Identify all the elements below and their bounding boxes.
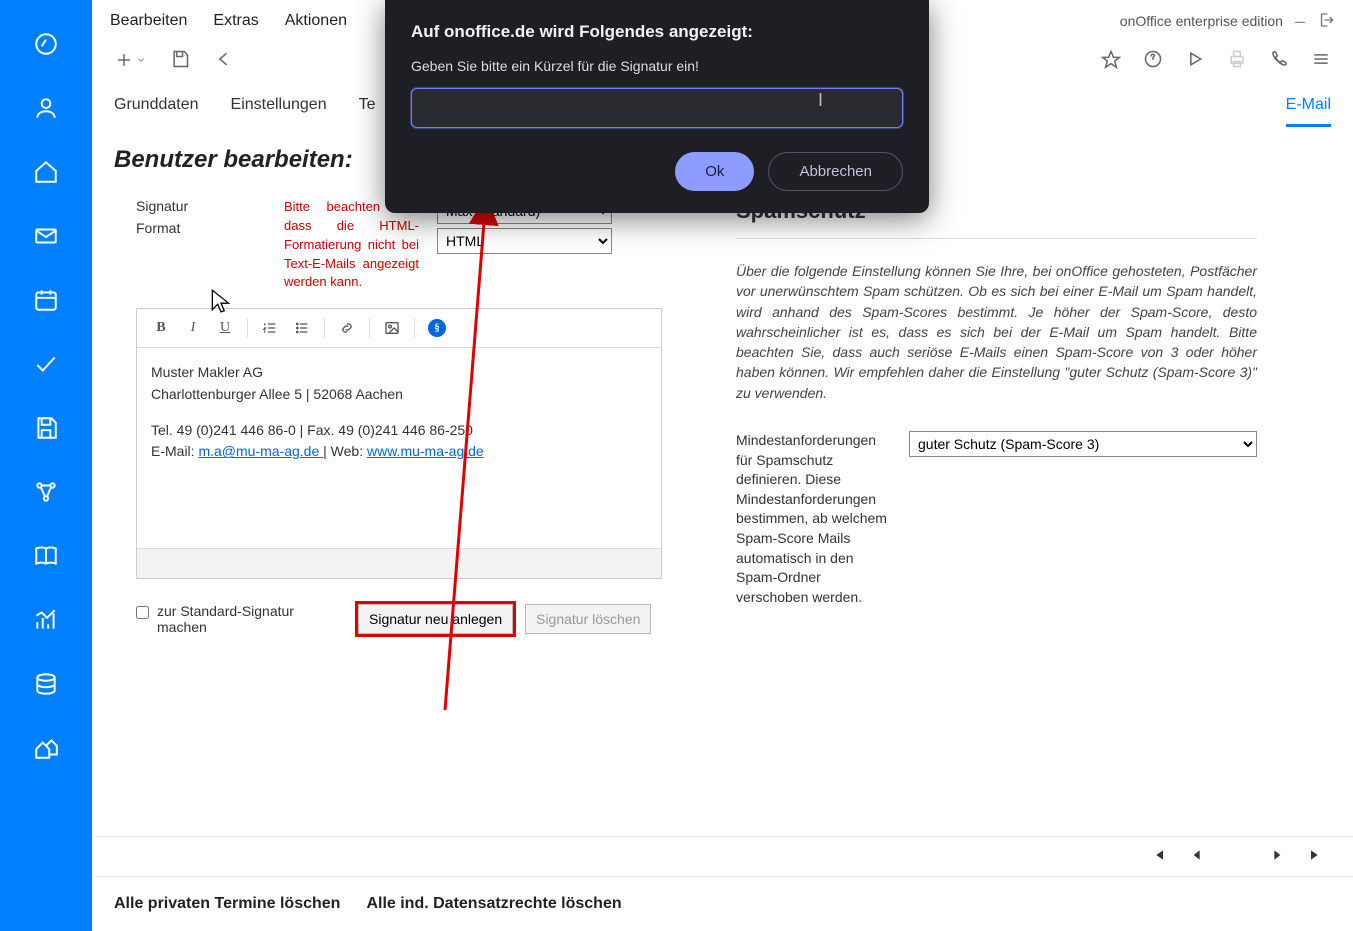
last-page-icon[interactable] [1307, 847, 1323, 866]
minimize-icon[interactable]: – [1295, 11, 1305, 32]
tab-einstellungen[interactable]: Einstellungen [231, 96, 327, 127]
prompt-dialog: Auf onoffice.de wird Folgendes angezeigt… [385, 0, 929, 213]
check-icon[interactable] [32, 350, 60, 378]
footer-actions: Alle privaten Termine löschen Alle ind. … [92, 876, 1353, 931]
dialog-prompt: Geben Sie bitte ein Kürzel für die Signa… [411, 58, 903, 74]
hamburger-icon[interactable] [1311, 49, 1331, 72]
sig-web-link[interactable]: www.mu-ma-ag.de [367, 443, 484, 459]
back-icon[interactable] [214, 49, 234, 72]
app-title: onOffice enterprise edition [1120, 13, 1283, 29]
tab-grunddaten[interactable]: Grunddaten [114, 96, 199, 127]
calendar-icon[interactable] [32, 286, 60, 314]
globe-button[interactable]: § [423, 315, 451, 341]
app-root: Bearbeiten Extras Aktionen onOffice ente… [0, 0, 1353, 931]
save-icon[interactable] [32, 414, 60, 442]
help-icon[interactable] [1143, 49, 1163, 72]
left-sidebar [0, 0, 92, 931]
underline-button[interactable]: U [211, 315, 239, 341]
top-right: onOffice enterprise edition – [1120, 11, 1335, 32]
label-signature: Signatur [136, 198, 266, 214]
menu-actions[interactable]: Aktionen [285, 12, 347, 30]
database-icon[interactable] [32, 670, 60, 698]
spam-threshold-label: Mindestanforderungen für Spamschutz defi… [736, 431, 891, 607]
dashboard-icon[interactable] [32, 30, 60, 58]
spam-description: Über die folgende Einstellung können Sie… [736, 261, 1257, 403]
houses-icon[interactable] [32, 734, 60, 762]
italic-button[interactable]: I [179, 315, 207, 341]
menu-edit[interactable]: Bearbeiten [110, 12, 187, 30]
network-icon[interactable] [32, 478, 60, 506]
editor-toolbar: B I U § [137, 309, 661, 348]
toolbar-right [1101, 49, 1331, 72]
play-icon[interactable] [1185, 49, 1205, 72]
image-button[interactable] [378, 315, 406, 341]
default-signature-label: zur Standard-Signatur machen [157, 603, 346, 635]
spam-card: Spamschutz Über die folgende Einstellung… [714, 182, 1279, 836]
phone-icon[interactable] [1269, 49, 1289, 72]
next-page-icon[interactable] [1269, 847, 1285, 866]
signature-card: Signatur Format Bitte beachten Sie, dass… [114, 182, 684, 836]
menu-extras[interactable]: Extras [213, 12, 258, 30]
print-icon[interactable] [1227, 49, 1247, 72]
stats-icon[interactable] [32, 606, 60, 634]
bold-button[interactable]: B [147, 315, 175, 341]
dialog-ok-button[interactable]: Ok [675, 152, 754, 191]
delete-record-rights[interactable]: Alle ind. Datensatzrechte löschen [366, 895, 621, 913]
top-menu: Bearbeiten Extras Aktionen [110, 12, 347, 30]
sig-address: Charlottenburger Allee 5 | 52068 Aachen [151, 384, 647, 406]
default-signature-checkbox-wrap[interactable]: zur Standard-Signatur machen [136, 603, 346, 635]
sig-email-link[interactable]: m.a@mu-ma-ag.de [198, 443, 323, 459]
link-button[interactable] [333, 315, 361, 341]
main-columns: Signatur Format Bitte beachten Sie, dass… [92, 182, 1353, 836]
dialog-title: Auf onoffice.de wird Folgendes angezeigt… [411, 22, 903, 42]
pagination-bar [92, 836, 1353, 876]
prev-page-icon[interactable] [1189, 847, 1205, 866]
user-icon[interactable] [32, 94, 60, 122]
mail-icon[interactable] [32, 222, 60, 250]
editor-body[interactable]: Muster Makler AG Charlottenburger Allee … [137, 348, 661, 548]
tab-email[interactable]: E-Mail [1286, 96, 1331, 127]
tab-truncated[interactable]: Te [359, 96, 376, 127]
star-icon[interactable] [1101, 49, 1121, 72]
delete-signature-button[interactable]: Signatur löschen [525, 604, 651, 634]
sig-contact-line: E-Mail: m.a@mu-ma-ag.de | Web: www.mu-ma… [151, 441, 647, 463]
sig-company: Muster Makler AG [151, 362, 647, 384]
numbered-list-button[interactable] [256, 315, 284, 341]
logout-icon[interactable] [1317, 11, 1335, 32]
home-icon[interactable] [32, 158, 60, 186]
disk-save-icon[interactable] [170, 49, 190, 72]
spam-threshold-select[interactable]: guter Schutz (Spam-Score 3) [909, 431, 1257, 457]
default-signature-checkbox[interactable] [136, 606, 149, 619]
delete-private-appointments[interactable]: Alle privaten Termine löschen [114, 895, 340, 913]
bullet-list-button[interactable] [288, 315, 316, 341]
format-select[interactable]: HTML [437, 228, 612, 254]
label-format: Format [136, 220, 266, 236]
signature-actions: zur Standard-Signatur machen Signatur ne… [136, 603, 662, 635]
dialog-cancel-button[interactable]: Abbrechen [768, 152, 903, 191]
dialog-input[interactable] [411, 88, 903, 128]
editor-footer [137, 548, 661, 578]
book-icon[interactable] [32, 542, 60, 570]
new-signature-button[interactable]: Signatur neu anlegen [358, 604, 513, 634]
add-icon[interactable] [114, 50, 146, 70]
sig-phone: Tel. 49 (0)241 446 86-0 | Fax. 49 (0)241… [151, 420, 647, 442]
signature-editor: B I U § Muster Makler AG [136, 308, 662, 579]
first-page-icon[interactable] [1151, 847, 1167, 866]
